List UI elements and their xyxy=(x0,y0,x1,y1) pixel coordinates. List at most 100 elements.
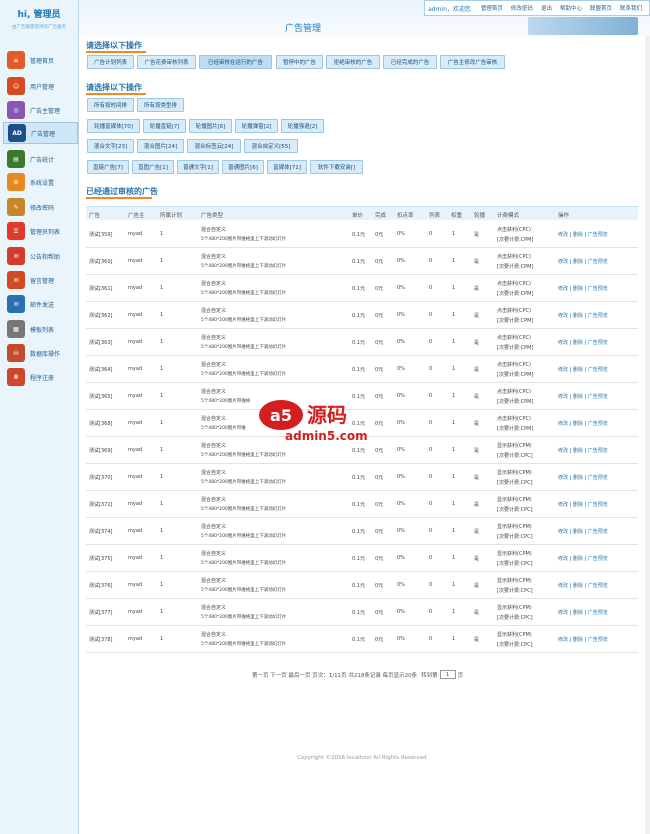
edit-link[interactable]: 修改 xyxy=(558,340,568,346)
sidebar-item-settings[interactable]: ⚙ 系统设置 xyxy=(7,171,75,193)
delete-link[interactable]: 删除 xyxy=(573,394,583,400)
delete-link[interactable]: 删除 xyxy=(573,637,583,643)
sidebar-item-mail[interactable]: ✉ 邮件发送 xyxy=(7,293,75,315)
delete-link[interactable]: 删除 xyxy=(573,529,583,535)
btn-filter-popup[interactable]: 轮播弹窗[2] xyxy=(235,119,278,133)
edit-link[interactable]: 修改 xyxy=(558,367,568,373)
btn-advertiser-edit-review[interactable]: 广告主修改广告审核 xyxy=(440,55,505,69)
page-select[interactable]: 1 xyxy=(439,670,456,679)
preview-link[interactable]: 广告预览 xyxy=(588,340,608,346)
sidebar-item-template[interactable]: ▦ 模板列表 xyxy=(7,318,75,340)
sidebar-item-password[interactable]: ✎ 修改密码 xyxy=(7,196,75,218)
sidebar-item-stats[interactable]: ▤ 广告统计 xyxy=(7,148,75,170)
delete-link[interactable]: 删除 xyxy=(573,583,583,589)
top-link-contact[interactable]: 联系我们 xyxy=(620,4,642,12)
btn-running-ads[interactable]: 已经审核在运行的广告 xyxy=(199,55,272,69)
cell-type: 混合自定义 xyxy=(201,308,227,314)
top-link-change-password[interactable]: 修改密码 xyxy=(511,4,533,12)
delete-link[interactable]: 删除 xyxy=(573,475,583,481)
edit-link[interactable]: 修改 xyxy=(558,529,568,535)
edit-link[interactable]: 修改 xyxy=(558,583,568,589)
btn-filter-mixed-custom[interactable]: 混合自定义[55] xyxy=(244,139,298,153)
sidebar-item-users[interactable]: ☺ 用户管理 xyxy=(7,75,75,97)
sidebar-item-admin-list[interactable]: ☰ 管理员列表 xyxy=(7,220,75,242)
edit-link[interactable]: 修改 xyxy=(558,394,568,400)
preview-link[interactable]: 广告预览 xyxy=(588,610,608,616)
sidebar-item-message[interactable]: ✉ 留言管理 xyxy=(7,269,75,291)
btn-sort-by-type[interactable]: 所有按类型排 xyxy=(137,98,184,112)
sidebar-item-home[interactable]: ⌂ 管理首页 xyxy=(7,49,75,71)
preview-link[interactable]: 广告预览 xyxy=(588,529,608,535)
btn-filter-plain-text[interactable]: 普通文字[1] xyxy=(177,160,219,174)
preview-link[interactable]: 广告预览 xyxy=(588,394,608,400)
delete-link[interactable]: 删除 xyxy=(573,286,583,292)
btn-filter-image[interactable]: 轮播图片[6] xyxy=(189,119,232,133)
preview-link[interactable]: 广告预览 xyxy=(588,259,608,265)
cell-weight: 1 xyxy=(452,447,456,453)
delete-link[interactable]: 删除 xyxy=(573,610,583,616)
delete-link[interactable]: 删除 xyxy=(573,367,583,373)
btn-sort-by-time[interactable]: 所有按时间排 xyxy=(87,98,134,112)
btn-finished-ads[interactable]: 已经完成的广告 xyxy=(383,55,437,69)
preview-link[interactable]: 广告预览 xyxy=(588,556,608,562)
delete-link[interactable]: 删除 xyxy=(573,421,583,427)
edit-link[interactable]: 修改 xyxy=(558,259,568,265)
sidebar-item-register[interactable]: ® 程序注册 xyxy=(7,366,75,388)
sidebar-item-database[interactable]: ⛁ 数据库操作 xyxy=(7,342,75,364)
btn-filter-force-exit[interactable]: 轮播强退[2] xyxy=(281,119,324,133)
delete-link[interactable]: 删除 xyxy=(573,232,583,238)
btn-filter-rich-media[interactable]: 轮播富媒体[70] xyxy=(87,119,140,133)
scrollbar[interactable] xyxy=(645,36,650,834)
btn-filter-software-download[interactable]: 软件下载安装[] xyxy=(310,160,363,174)
edit-link[interactable]: 修改 xyxy=(558,556,568,562)
sidebar-item-advertiser[interactable]: ◎ 广告主管理 xyxy=(7,99,75,121)
edit-link[interactable]: 修改 xyxy=(558,637,568,643)
btn-filter-mixed-text[interactable]: 混合文字[23] xyxy=(87,139,134,153)
btn-filter-direct-ad[interactable]: 直链广告[7] xyxy=(87,160,129,174)
delete-link[interactable]: 删除 xyxy=(573,259,583,265)
preview-link[interactable]: 广告预览 xyxy=(588,313,608,319)
edit-link[interactable]: 修改 xyxy=(558,448,568,454)
preview-link[interactable]: 广告预览 xyxy=(588,502,608,508)
top-link-union-home[interactable]: 联盟首页 xyxy=(590,4,612,12)
btn-filter-mixed-tagcloud[interactable]: 混合标签云[24] xyxy=(187,139,241,153)
preview-link[interactable]: 广告预览 xyxy=(588,232,608,238)
delete-link[interactable]: 删除 xyxy=(573,340,583,346)
edit-link[interactable]: 修改 xyxy=(558,232,568,238)
preview-link[interactable]: 广告预览 xyxy=(588,448,608,454)
top-link-help[interactable]: 帮助中心 xyxy=(560,4,582,12)
btn-paused-ads[interactable]: 暂停中的广告 xyxy=(276,55,323,69)
preview-link[interactable]: 广告预览 xyxy=(588,583,608,589)
preview-link[interactable]: 广告预览 xyxy=(588,286,608,292)
sidebar-item-notice[interactable]: ✉ 公告和帮助 xyxy=(7,245,75,267)
preview-link[interactable]: 广告预览 xyxy=(588,367,608,373)
btn-cost-review[interactable]: 广告花费审核列表 xyxy=(137,55,196,69)
edit-link[interactable]: 修改 xyxy=(558,421,568,427)
delete-link[interactable]: 删除 xyxy=(573,556,583,562)
sidebar-item-ad[interactable]: AD 广告管理 xyxy=(3,122,78,144)
top-link-admin-home[interactable]: 管理首页 xyxy=(481,4,503,12)
edit-link[interactable]: 修改 xyxy=(558,475,568,481)
btn-filter-plain-image[interactable]: 普通图片[6] xyxy=(222,160,264,174)
delete-link[interactable]: 删除 xyxy=(573,313,583,319)
edit-link[interactable]: 修改 xyxy=(558,286,568,292)
btn-plan-list[interactable]: 广告计划列表 xyxy=(87,55,134,69)
cell-billing: 点击获利(CPC) xyxy=(497,389,531,395)
btn-filter-direct-link[interactable]: 轮播直链[7] xyxy=(143,119,186,133)
preview-link[interactable]: 广告预览 xyxy=(588,475,608,481)
delete-link[interactable]: 删除 xyxy=(573,502,583,508)
delete-link[interactable]: 删除 xyxy=(573,448,583,454)
preview-link[interactable]: 广告预览 xyxy=(588,637,608,643)
btn-rejected-ads[interactable]: 拒绝审核的广告 xyxy=(326,55,380,69)
sidebar-item-label: 管理员列表 xyxy=(30,228,61,236)
btn-filter-direct-image[interactable]: 直图广告[1] xyxy=(132,160,174,174)
top-link-logout[interactable]: 退出 xyxy=(541,4,552,12)
edit-link[interactable]: 修改 xyxy=(558,502,568,508)
edit-link[interactable]: 修改 xyxy=(558,610,568,616)
btn-filter-mixed-image[interactable]: 混合图片[24] xyxy=(137,139,184,153)
preview-link[interactable]: 广告预览 xyxy=(588,421,608,427)
cell-rate: 0% xyxy=(397,231,405,237)
edit-link[interactable]: 修改 xyxy=(558,313,568,319)
btn-filter-rich-media-2[interactable]: 富媒体[71] xyxy=(267,160,307,174)
cell-ad-name: 测试[369] xyxy=(89,448,113,454)
